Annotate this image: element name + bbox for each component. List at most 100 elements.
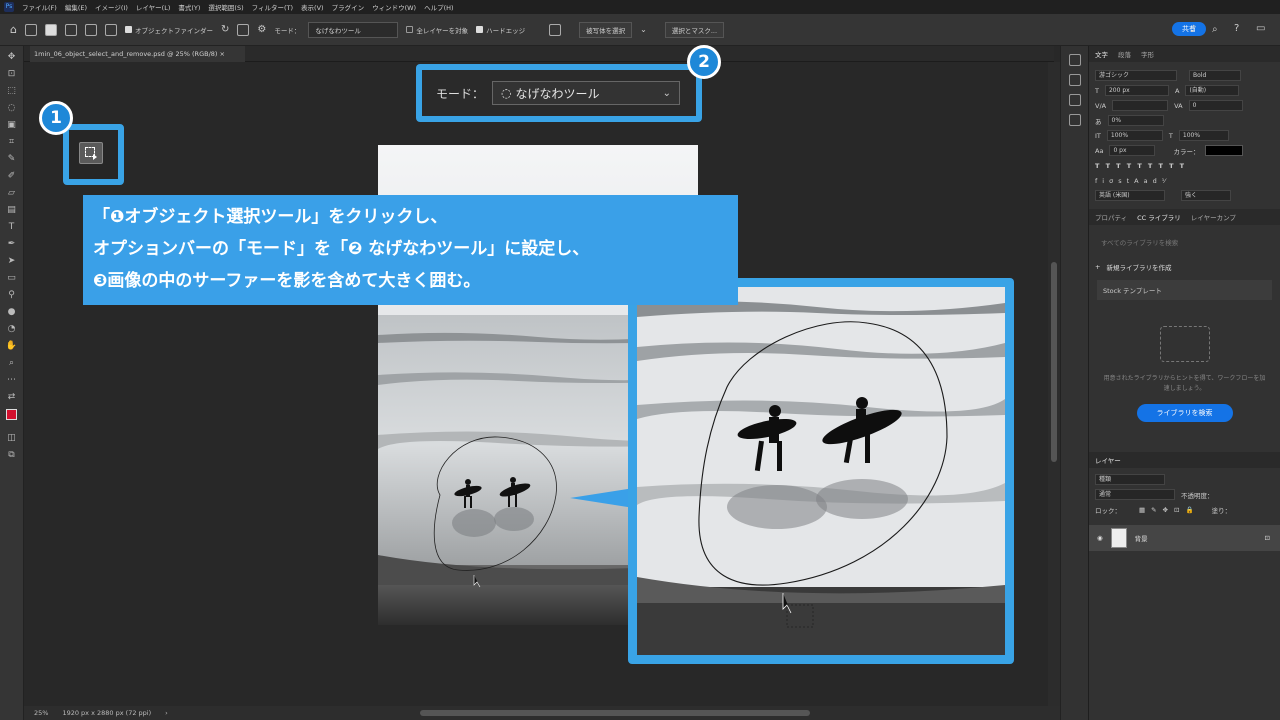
menu-image[interactable]: イメージ(I) xyxy=(95,2,128,12)
crop-tool-icon[interactable]: ⌗ xyxy=(5,136,19,148)
brush-tool-icon[interactable]: ✐ xyxy=(5,170,19,182)
tab-properties[interactable]: プロパティ xyxy=(1095,212,1127,222)
workspace-icon[interactable]: ▭ xyxy=(1256,23,1265,34)
chevron-down-icon[interactable]: ⌄ xyxy=(640,25,647,34)
zoom-tool-icon[interactable]: ⌕ xyxy=(5,357,19,369)
tsume-field[interactable]: 0% xyxy=(1107,115,1164,126)
menu-plugins[interactable]: プラグイン xyxy=(332,2,365,12)
swap-colors-icon[interactable]: ⇄ xyxy=(5,391,19,403)
home-icon[interactable]: ⌂ xyxy=(10,23,17,36)
tab-layer-comps[interactable]: レイヤーカンプ xyxy=(1191,212,1236,222)
search-libraries-button[interactable]: ライブラリを検索 xyxy=(1136,404,1233,422)
horizontal-scale-field[interactable]: 100% xyxy=(1178,130,1229,141)
menu-window[interactable]: ウィンドウ(W) xyxy=(372,2,416,12)
add-selection-icon[interactable] xyxy=(64,23,77,36)
menu-select[interactable]: 選択範囲(S) xyxy=(208,2,243,12)
layer-row-background[interactable]: ◉ 背景 ⊡ xyxy=(1089,525,1280,551)
menu-type[interactable]: 書式(Y) xyxy=(178,2,200,12)
menu-layer[interactable]: レイヤー(L) xyxy=(136,2,171,12)
font-family-select[interactable]: 游ゴシック xyxy=(1095,70,1177,81)
lock-icons[interactable]: ▦✎✥⊡🔒 xyxy=(1139,506,1200,514)
show-objects-icon[interactable] xyxy=(237,23,250,36)
share-button[interactable]: 共有 xyxy=(1172,22,1206,36)
artboard-tool-icon[interactable]: ⊡ xyxy=(5,68,19,80)
history-icon[interactable] xyxy=(1068,54,1081,66)
menu-file[interactable]: ファイル(F) xyxy=(22,2,57,12)
select-and-mask-button[interactable]: 選択とマスク... xyxy=(664,21,725,38)
menu-view[interactable]: 表示(V) xyxy=(301,2,324,12)
adjustments-icon[interactable] xyxy=(1068,74,1081,86)
gradient-tool-icon[interactable]: ▤ xyxy=(5,204,19,216)
type-style-buttons[interactable]: TTTTTTTTT xyxy=(1089,158,1280,173)
visibility-icon[interactable]: ◉ xyxy=(1097,534,1103,542)
subtract-selection-icon[interactable] xyxy=(84,23,97,36)
gear-icon[interactable]: ⚙ xyxy=(257,24,266,35)
mode-select[interactable]: なげなわツール xyxy=(308,21,399,38)
object-selection-preset-icon[interactable] xyxy=(24,23,37,36)
antialias-select[interactable]: 強く xyxy=(1181,190,1231,201)
rectangle-tool-icon[interactable]: ▭ xyxy=(5,272,19,284)
layer-name[interactable]: 背景 xyxy=(1135,533,1148,543)
hand-tool-icon[interactable]: ✋ xyxy=(5,340,19,352)
language-select[interactable]: 英語 (米国) xyxy=(1095,190,1165,201)
object-finder-checkbox[interactable]: オブジェクトファインダー xyxy=(124,25,213,35)
vertical-scroll-thumb[interactable] xyxy=(1051,262,1057,462)
quick-mask-icon[interactable]: ◫ xyxy=(5,432,19,444)
tab-paragraph[interactable]: 段落 xyxy=(1118,49,1131,59)
marquee-tool-icon[interactable]: ⬚ xyxy=(5,85,19,97)
menu-edit[interactable]: 編集(E) xyxy=(65,2,87,12)
chevron-right-icon[interactable]: › xyxy=(165,709,168,717)
font-size-field[interactable]: 200 px xyxy=(1104,85,1169,96)
font-weight-select[interactable]: Bold xyxy=(1189,70,1241,81)
sample-icon[interactable] xyxy=(549,23,562,36)
type-tool-icon[interactable]: T xyxy=(5,221,19,233)
lasso-tool-icon[interactable]: ◌ xyxy=(5,102,19,114)
color-swatch-icon[interactable] xyxy=(5,408,19,420)
eraser-tool-icon[interactable]: ▱ xyxy=(5,187,19,199)
stamp-tool-icon[interactable]: ⚲ xyxy=(5,289,19,301)
dodge-tool-icon[interactable]: ◔ xyxy=(5,323,19,335)
blur-tool-icon[interactable]: ● xyxy=(5,306,19,318)
zoom-level[interactable]: 25% xyxy=(34,709,48,717)
screen-mode-icon[interactable]: ⧉ xyxy=(5,449,19,461)
document-tab[interactable]: 1min_06_object_select_and_remove.psd @ 2… xyxy=(30,46,245,62)
close-tab-icon[interactable]: × xyxy=(220,50,225,58)
vertical-scrollbar[interactable] xyxy=(1048,62,1060,706)
baseline-field[interactable]: 0 px xyxy=(1109,145,1156,156)
bell-icon[interactable]: ♪ xyxy=(1190,24,1196,35)
object-selection-tool-icon[interactable]: ▣ xyxy=(5,119,19,131)
new-selection-icon[interactable] xyxy=(44,23,57,36)
stock-templates-item[interactable]: Stock テンプレート xyxy=(1097,280,1272,300)
opentype-buttons[interactable]: fiσstAad⅟ xyxy=(1089,173,1280,188)
select-subject-button[interactable]: 被写体を選択 xyxy=(579,21,633,38)
new-library-link[interactable]: 新規ライブラリを作成 xyxy=(1106,262,1171,272)
layer-filter-select[interactable]: 種類 xyxy=(1095,474,1165,485)
tracking-field[interactable]: 0 xyxy=(1188,100,1243,111)
color-icon[interactable] xyxy=(1068,94,1081,106)
menu-help[interactable]: ヘルプ(H) xyxy=(424,2,453,12)
library-search-input[interactable]: すべてのライブラリを検索 xyxy=(1097,235,1272,251)
more-tools-icon[interactable]: ⋯ xyxy=(5,374,19,386)
blend-mode-select[interactable]: 通常 xyxy=(1095,489,1175,500)
swatches-icon[interactable] xyxy=(1068,114,1081,126)
refresh-icon[interactable]: ↻ xyxy=(221,24,229,35)
menu-filter[interactable]: フィルター(T) xyxy=(252,2,293,12)
text-color-swatch[interactable] xyxy=(1205,145,1244,156)
help-icon[interactable]: ? xyxy=(1234,23,1239,34)
intersect-selection-icon[interactable] xyxy=(104,23,117,36)
tab-glyphs[interactable]: 字形 xyxy=(1141,49,1154,59)
leading-field[interactable]: (自動) xyxy=(1185,85,1240,96)
move-tool-icon[interactable]: ✥ xyxy=(5,51,19,63)
eyedropper-tool-icon[interactable]: ✎ xyxy=(5,153,19,165)
kerning-field[interactable] xyxy=(1112,100,1169,111)
tab-character[interactable]: 文字 xyxy=(1095,49,1108,59)
horizontal-scroll-thumb[interactable] xyxy=(420,710,810,716)
tab-cc-libraries[interactable]: CC ライブラリ xyxy=(1137,212,1181,222)
tab-layers[interactable]: レイヤー xyxy=(1095,455,1121,465)
plus-icon[interactable]: + xyxy=(1095,263,1100,271)
vertical-scale-field[interactable]: 100% xyxy=(1106,130,1163,141)
search-icon[interactable]: ⌕ xyxy=(1212,24,1218,35)
all-layers-checkbox[interactable]: 全レイヤーを対象 xyxy=(406,25,468,35)
hard-edge-checkbox[interactable]: ハードエッジ xyxy=(476,25,525,35)
pen-tool-icon[interactable]: ✒ xyxy=(5,238,19,250)
